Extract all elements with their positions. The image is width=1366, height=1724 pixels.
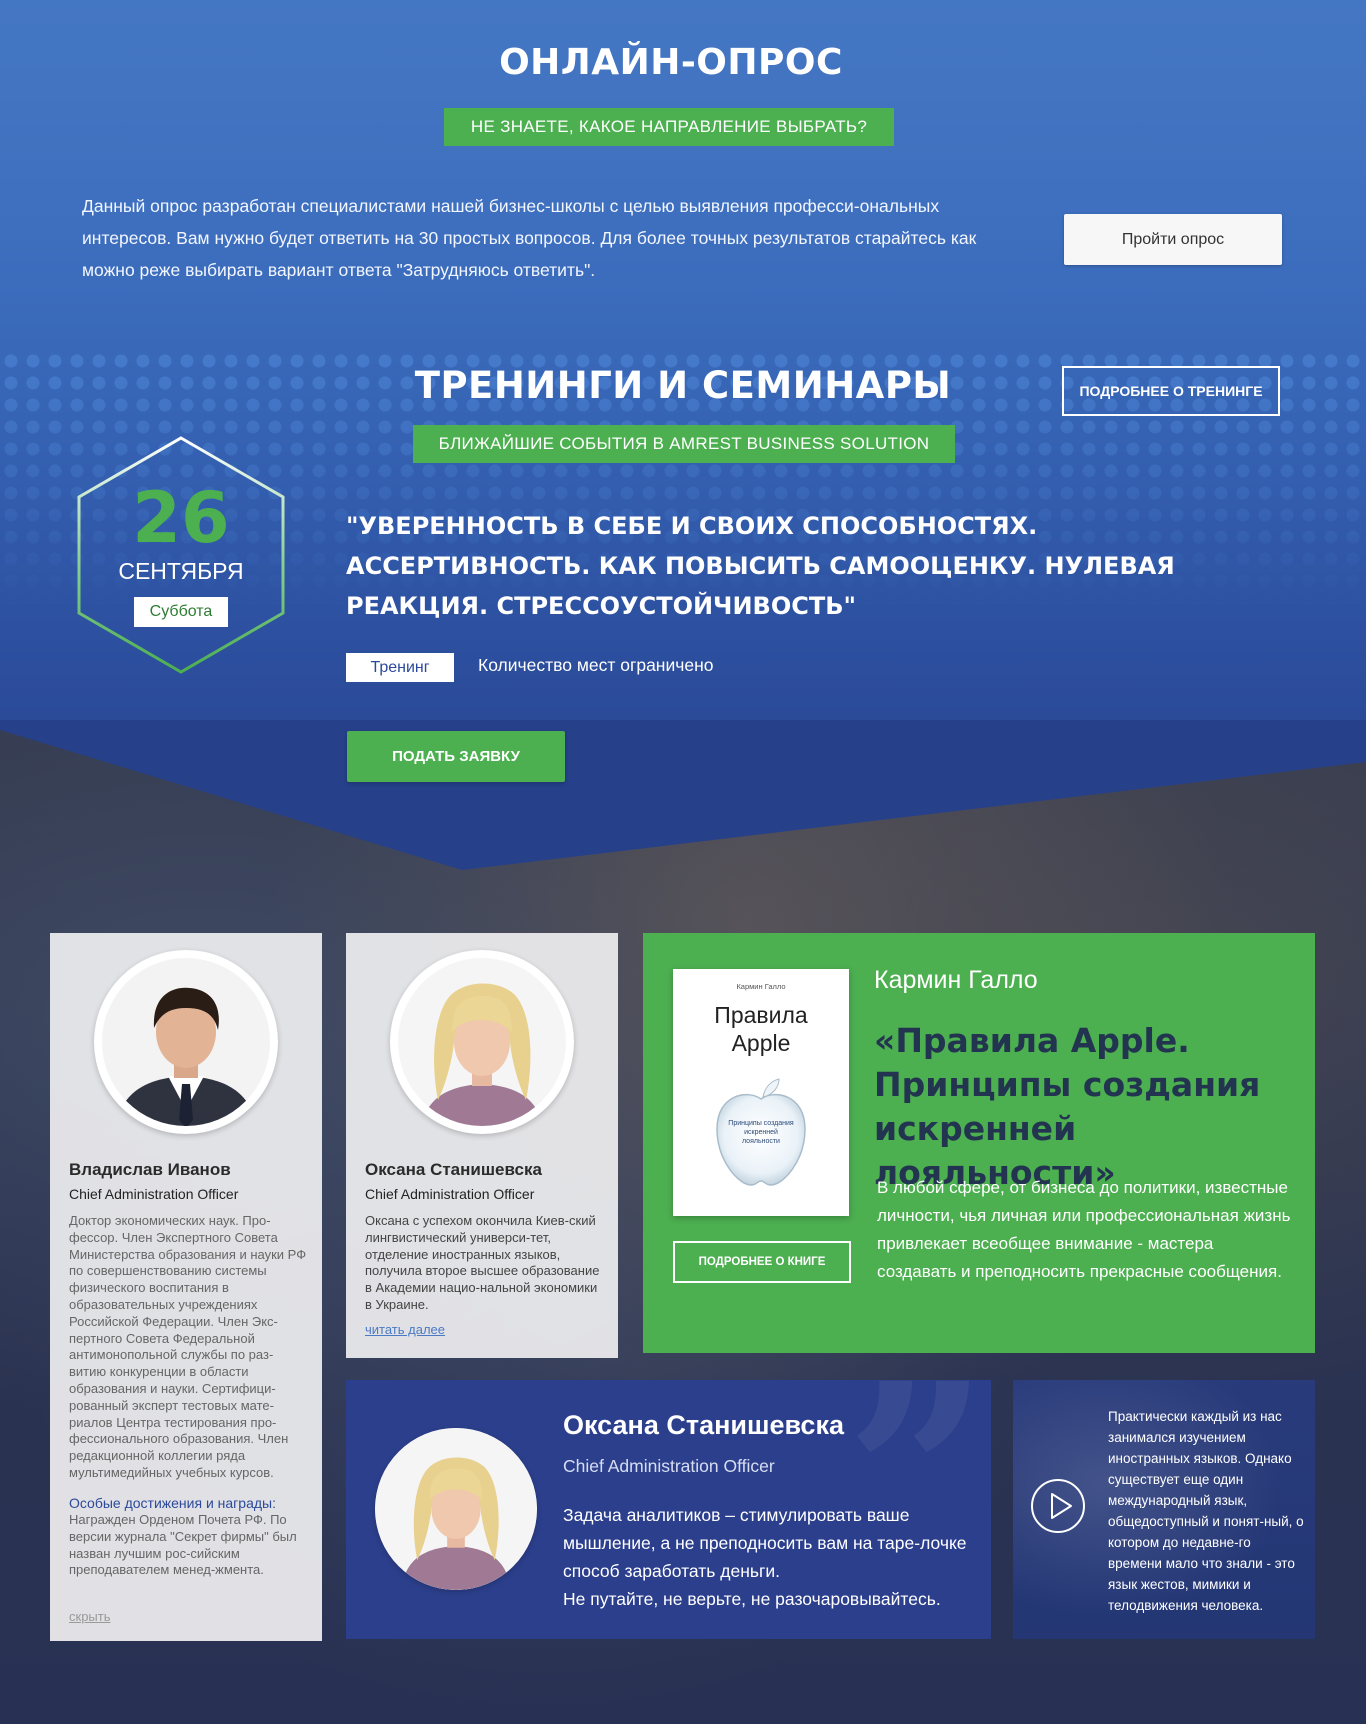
video-description: Практически каждый из нас занимался изуч…: [1108, 1409, 1304, 1613]
speaker-name: Владислав Иванов: [69, 1160, 231, 1179]
man-portrait-icon: [102, 958, 270, 1126]
speaker-bio: Оксана с успехом окончила Киев-ский линг…: [365, 1213, 600, 1312]
cover-subtitle: Принципы создания искренней лояльности: [728, 1120, 794, 1145]
speaker-card: Владислав Иванов Chief Administration Of…: [50, 933, 322, 1641]
event-weekday: Суббота: [134, 597, 228, 627]
apply-button[interactable]: ПОДАТЬ ЗАЯВКУ: [347, 731, 565, 782]
training-details-button[interactable]: ПОДРОБНЕЕ О ТРЕНИНГЕ: [1062, 366, 1280, 416]
speaker-role: Chief Administration Officer: [69, 1186, 239, 1202]
testimonial-role: Chief Administration Officer: [563, 1456, 775, 1476]
speaker-bio: Доктор экономических наук. Про-фессор. Ч…: [69, 1213, 307, 1480]
book-title: «Правила Apple. Принципы создания искрен…: [874, 1021, 1261, 1192]
testimonial-text-tagline: Не путайте, не верьте, не разочаровывайт…: [563, 1589, 941, 1609]
book-cover[interactable]: Кармин Галло Правила Apple Принципы созд…: [673, 969, 849, 1216]
chevron-divider: [0, 720, 1366, 870]
woman-portrait-icon: [398, 958, 566, 1126]
hide-link[interactable]: скрыть: [69, 1609, 111, 1624]
event-title[interactable]: "УВЕРЕННОСТЬ В СЕБЕ И СВОИХ СПОСОБНОСТЯХ…: [346, 506, 1246, 626]
cover-author: Кармин Галло: [736, 982, 786, 991]
testimonial-text-main: Задача аналитиков – стимулировать ваше м…: [563, 1505, 967, 1581]
cover-title-line2: Apple: [731, 1030, 791, 1056]
woman-portrait-icon: [375, 1428, 537, 1590]
read-more-link[interactable]: читать далее: [365, 1322, 445, 1337]
testimonial-name: Оксана Станишевска: [563, 1410, 844, 1440]
speaker-card: Оксана Станишевска Chief Administration …: [346, 933, 618, 1358]
avatar: [375, 1428, 537, 1590]
take-survey-button[interactable]: Пройти опрос: [1064, 214, 1282, 265]
speaker-role: Chief Administration Officer: [365, 1186, 535, 1202]
events-subtitle-tag: БЛИЖАЙШИЕ СОБЫТИЯ В AMREST BUSINESS SOLU…: [413, 425, 955, 463]
survey-description: Данный опрос разработан специалистами на…: [82, 196, 977, 280]
event-month: СЕНТЯБРЯ: [118, 558, 244, 584]
play-icon[interactable]: [1030, 1478, 1086, 1534]
book-description: В любой сфере, от бизнеса до политики, и…: [877, 1178, 1291, 1281]
survey-title: ОНЛАЙН-ОПРОС: [499, 42, 843, 83]
awards-text: Награжден Орденом Почета РФ. По версии ж…: [69, 1512, 297, 1578]
event-seats-note: Количество мест ограничено: [478, 655, 714, 675]
testimonial-text: Задача аналитиков – стимулировать ваше м…: [563, 1501, 983, 1613]
event-type-badge: Тренинг: [346, 653, 454, 682]
cover-title-line1: Правила: [714, 1002, 808, 1028]
avatar: [94, 950, 278, 1134]
event-day: 26: [132, 477, 230, 559]
survey-subtitle-tag: НЕ ЗНАЕТЕ, КАКОЕ НАПРАВЛЕНИЕ ВЫБРАТЬ?: [444, 108, 894, 146]
awards-title: Особые достижения и награды:: [69, 1495, 276, 1511]
book-details-button[interactable]: ПОДРОБНЕЕ О КНИГЕ: [673, 1241, 851, 1283]
book-author: Кармин Галло: [874, 966, 1038, 994]
avatar: [390, 950, 574, 1134]
speaker-name: Оксана Станишевска: [365, 1160, 542, 1179]
